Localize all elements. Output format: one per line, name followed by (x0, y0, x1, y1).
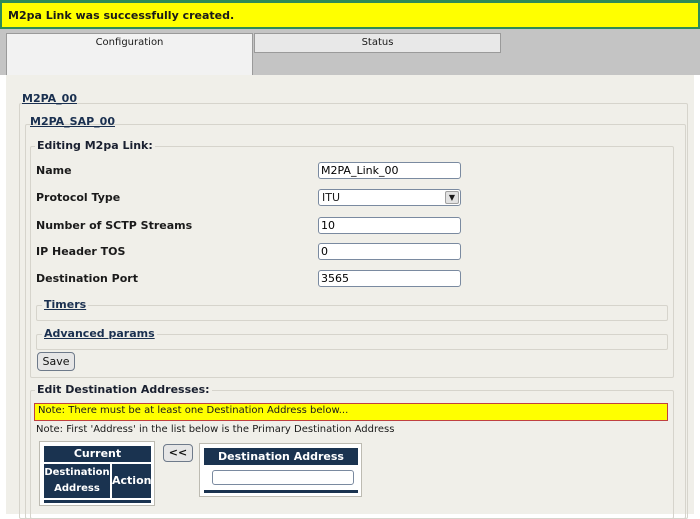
col-destination-address: Destination Address (44, 464, 110, 498)
destination-address-title: Destination Address (204, 448, 358, 465)
current-table: Current Destination Address Action (39, 441, 155, 506)
sctp-streams-label: Number of SCTP Streams (36, 219, 193, 232)
tab-configuration[interactable]: Configuration (6, 33, 253, 77)
name-label: Name (36, 164, 72, 177)
current-table-title: Current (44, 446, 151, 462)
move-left-button[interactable]: << (163, 444, 193, 462)
name-input[interactable] (318, 162, 461, 179)
destination-address-table: Destination Address (199, 443, 362, 497)
timers-toggle[interactable]: Timers (42, 298, 89, 311)
col-action: Action (112, 464, 151, 498)
primary-address-note: Note: First 'Address' in the list below … (36, 424, 395, 435)
breadcrumb-m2pa[interactable]: M2PA_00 (22, 92, 77, 105)
edit-link-legend: Editing M2pa Link: (35, 139, 155, 152)
destination-address-input[interactable] (212, 470, 354, 485)
success-message: M2pa Link was successfully created. (8, 9, 235, 22)
chevron-down-icon[interactable]: ▼ (445, 191, 459, 204)
current-table-footer (44, 500, 151, 503)
tab-bar: Configuration Status (0, 29, 700, 77)
timers-fieldset (36, 305, 668, 321)
tab-status[interactable]: Status (254, 33, 501, 53)
protocol-type-value: ITU (322, 191, 341, 204)
breadcrumb-sap[interactable]: M2PA_SAP_00 (30, 115, 115, 128)
destination-port-label: Destination Port (36, 272, 138, 285)
save-button[interactable]: Save (37, 352, 75, 371)
ip-header-tos-input[interactable] (318, 243, 461, 260)
sctp-streams-input[interactable] (318, 217, 461, 234)
protocol-type-label: Protocol Type (36, 191, 121, 204)
warning-note: Note: There must be at least one Destina… (34, 403, 668, 421)
ip-header-tos-label: IP Header TOS (36, 245, 126, 258)
destinations-legend: Edit Destination Addresses: (35, 383, 212, 396)
advanced-params-toggle[interactable]: Advanced params (42, 327, 157, 340)
success-banner: M2pa Link was successfully created. (0, 0, 700, 29)
destination-port-input[interactable] (318, 270, 461, 287)
protocol-type-select[interactable]: ITU ▼ (318, 189, 461, 206)
destination-table-footer (204, 490, 358, 493)
